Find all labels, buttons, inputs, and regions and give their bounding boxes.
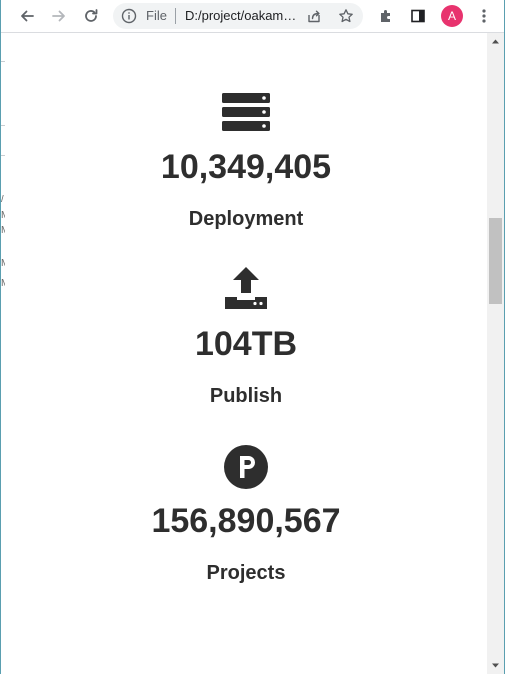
scrollbar-thumb[interactable] xyxy=(489,218,502,304)
triangle-up-icon xyxy=(492,39,499,44)
extensions-button[interactable] xyxy=(374,4,398,28)
stat-value: 10,349,405 xyxy=(160,148,332,186)
info-icon[interactable] xyxy=(121,8,137,24)
bookmark-star-icon[interactable] xyxy=(338,8,354,24)
puzzle-icon xyxy=(381,10,390,22)
profile-avatar[interactable]: A xyxy=(441,5,463,27)
page-content: 10,349,405 Deployment 104TB Publish 156,… xyxy=(5,33,487,674)
stat-value: 156,890,567 xyxy=(151,502,341,540)
scroll-down-button[interactable] xyxy=(487,657,504,674)
stat-value: 104TB xyxy=(194,325,298,363)
reload-icon xyxy=(85,9,98,22)
browser-toolbar: File D:/project/oakamee/index.html A xyxy=(1,0,504,33)
stat-label: Deployment xyxy=(188,208,304,230)
reload-button[interactable] xyxy=(79,4,103,28)
kebab-menu-icon xyxy=(482,9,486,23)
forward-button[interactable] xyxy=(47,4,71,28)
address-divider xyxy=(175,8,176,24)
side-panel-button[interactable] xyxy=(406,4,430,28)
upload-icon xyxy=(225,267,267,309)
p-circle-icon xyxy=(224,445,268,489)
browser-menu-button[interactable] xyxy=(472,4,496,28)
server-icon xyxy=(222,93,270,131)
scroll-up-button[interactable] xyxy=(487,33,504,50)
side-panel-icon xyxy=(411,9,425,23)
url-scheme-label: File xyxy=(146,8,167,23)
back-arrow-icon xyxy=(21,10,34,22)
triangle-down-icon xyxy=(492,663,499,668)
vertical-scrollbar[interactable] xyxy=(487,33,504,674)
stat-deployment: 10,349,405 Deployment xyxy=(5,89,487,239)
share-icon[interactable] xyxy=(306,8,322,24)
stat-publish: 104TB Publish xyxy=(5,266,487,416)
forward-arrow-icon xyxy=(52,10,65,22)
stat-projects: 156,890,567 Projects xyxy=(5,443,487,593)
back-button[interactable] xyxy=(15,4,39,28)
stat-label: Projects xyxy=(206,562,286,584)
address-bar[interactable]: File D:/project/oakamee/index.html xyxy=(113,3,363,29)
url-text[interactable]: D:/project/oakamee/index.html xyxy=(185,8,297,24)
stat-label: Publish xyxy=(209,385,283,407)
